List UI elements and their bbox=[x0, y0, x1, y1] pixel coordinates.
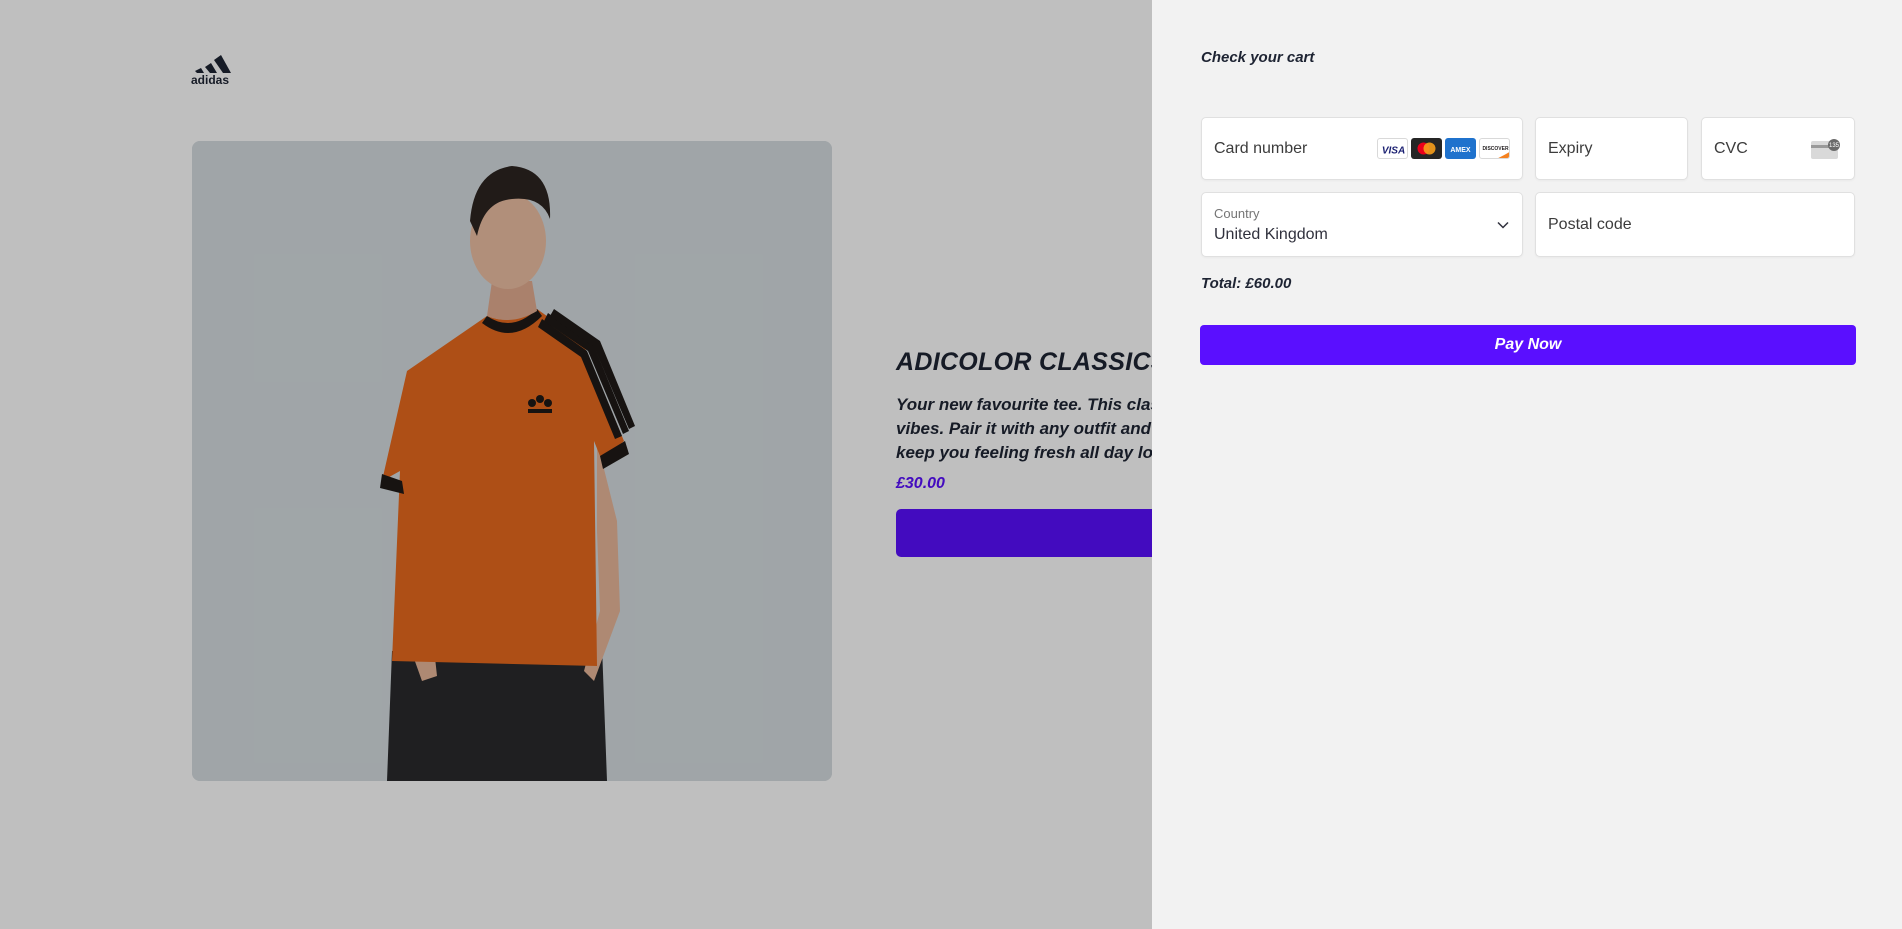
discover-icon: DISCOVER bbox=[1479, 138, 1510, 159]
expiry-field[interactable]: Expiry bbox=[1535, 117, 1688, 180]
cart-total: Total: £60.00 bbox=[1201, 275, 1292, 292]
cvc-field[interactable]: CVC 135 bbox=[1701, 117, 1855, 180]
mastercard-icon bbox=[1411, 138, 1442, 159]
cart-title: Check your cart bbox=[1201, 49, 1315, 66]
card-number-field[interactable]: Card number VISA AMEX DISCOVER bbox=[1201, 117, 1523, 180]
country-select[interactable]: Country United Kingdom bbox=[1201, 192, 1523, 257]
svg-text:VISA: VISA bbox=[1382, 146, 1405, 157]
card-brands: VISA AMEX DISCOVER bbox=[1377, 138, 1510, 159]
card-number-placeholder: Card number bbox=[1214, 140, 1308, 157]
svg-text:135: 135 bbox=[1829, 143, 1840, 149]
country-value: United Kingdom bbox=[1214, 226, 1328, 243]
svg-text:DISCOVER: DISCOVER bbox=[1482, 146, 1509, 152]
cart-drawer: Check your cart Card number VISA AMEX DI… bbox=[1152, 0, 1902, 929]
visa-icon: VISA bbox=[1377, 138, 1408, 159]
expiry-placeholder: Expiry bbox=[1548, 140, 1593, 157]
postal-code-field[interactable]: Postal code bbox=[1535, 192, 1855, 257]
svg-text:AMEX: AMEX bbox=[1450, 147, 1471, 154]
amex-icon: AMEX bbox=[1445, 138, 1476, 159]
modal-backdrop[interactable] bbox=[0, 0, 1152, 929]
chevron-down-icon bbox=[1496, 218, 1510, 237]
cvc-card-icon: 135 bbox=[1810, 138, 1842, 165]
postal-code-placeholder: Postal code bbox=[1548, 216, 1632, 233]
country-label: Country bbox=[1214, 206, 1260, 221]
pay-now-button[interactable]: Pay Now bbox=[1200, 325, 1856, 365]
cvc-placeholder: CVC bbox=[1714, 140, 1748, 157]
